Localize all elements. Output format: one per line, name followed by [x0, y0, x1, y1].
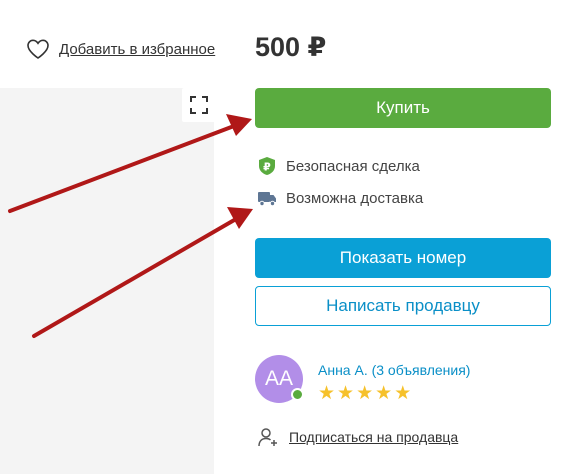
feature-delivery: Возможна доставка: [257, 188, 423, 208]
truck-icon: [258, 192, 276, 207]
seller-avatar[interactable]: АА: [255, 355, 304, 403]
feature-label: Возможна доставка: [286, 189, 424, 207]
heart-icon: [27, 39, 49, 59]
photo-gallery-area[interactable]: [0, 88, 214, 474]
star-icon: ★: [375, 383, 393, 404]
seller-rating: ★ ★ ★ ★ ★: [318, 384, 470, 403]
subscribe-label: Подписаться на продавца: [289, 429, 459, 445]
avatar-initials: АА: [264, 367, 293, 390]
star-icon: ★: [318, 383, 336, 404]
online-status-dot: [291, 388, 304, 401]
svg-text:₽: ₽: [263, 161, 271, 174]
safe-deal-shield-icon: ₽: [259, 157, 275, 175]
fullscreen-button[interactable]: [182, 88, 216, 122]
subscribe-user-icon: [258, 428, 277, 447]
seller-name-link[interactable]: Анна А. (3 объявления): [318, 362, 470, 378]
price: 500 ₽: [255, 32, 327, 62]
subscribe-seller-link[interactable]: Подписаться на продавца: [257, 426, 458, 448]
expand-icon: [190, 96, 208, 114]
star-icon: ★: [356, 383, 374, 404]
add-to-favorites-link[interactable]: Добавить в избранное: [26, 38, 215, 60]
feature-label: Безопасная сделка: [286, 157, 420, 175]
write-seller-button[interactable]: Написать продавцу: [255, 286, 551, 326]
favorite-label: Добавить в избранное: [59, 40, 216, 58]
feature-safe-deal: ₽ Безопасная сделка: [257, 156, 420, 176]
star-icon: ★: [394, 383, 412, 404]
star-icon: ★: [337, 383, 355, 404]
buy-button[interactable]: Купить: [255, 88, 551, 128]
show-phone-button[interactable]: Показать номер: [255, 238, 551, 278]
seller-card: АА Анна А. (3 объявления) ★ ★ ★ ★ ★: [255, 355, 470, 403]
